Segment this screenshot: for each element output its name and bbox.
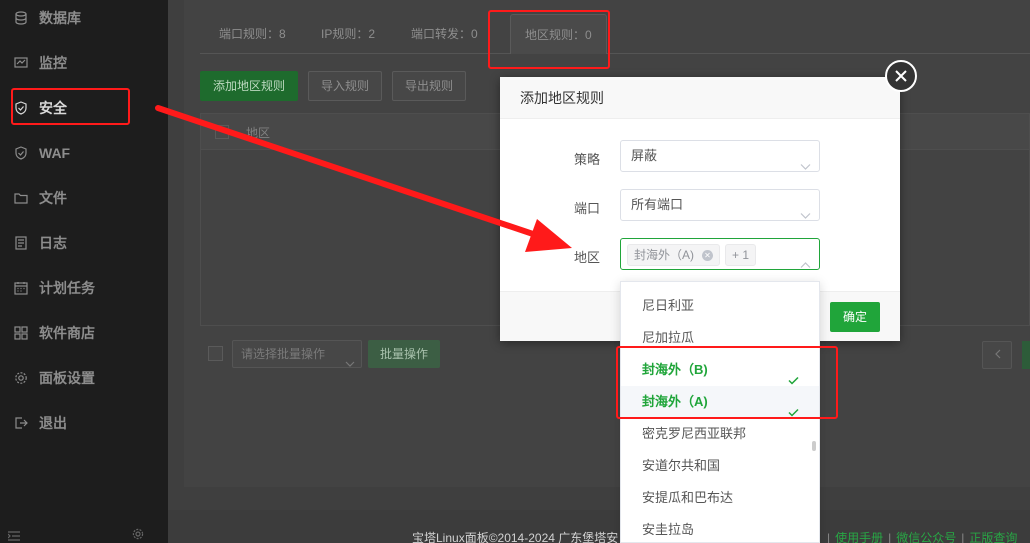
footer-link-wechat[interactable]: 微信公众号	[896, 531, 956, 543]
footer-separator: |	[827, 531, 831, 543]
sidebar-item-label: 面板设置	[39, 369, 95, 386]
tab-port-forward[interactable]: 端口转发：0	[411, 14, 478, 54]
chevron-down-icon	[800, 201, 811, 219]
annotation-box-region-tab	[488, 10, 610, 69]
chevron-left-icon	[994, 347, 1001, 362]
footer-link-manual[interactable]: 使用手册	[835, 531, 883, 543]
annotation-box-selected-options	[616, 346, 838, 419]
sidebar-item-logs[interactable]: 日志	[0, 220, 168, 265]
database-icon	[14, 10, 28, 25]
region-option[interactable]: 密克罗尼西亚联邦	[621, 418, 819, 450]
option-label: 安道尔共和国	[642, 458, 721, 473]
tab-port-rules[interactable]: 端口规则：8	[219, 14, 286, 54]
calendar-icon	[14, 281, 28, 295]
footer-separator: |	[888, 531, 892, 543]
monitor-icon	[14, 56, 28, 70]
region-tag-text: 封海外（A)	[634, 248, 695, 262]
sidebar-item-cron[interactable]: 计划任务	[0, 265, 168, 310]
apps-icon	[14, 325, 28, 340]
sidebar-item-label: 计划任务	[39, 279, 95, 296]
footer-copyright: 宝塔Linux面板©2014-2024 广东堡塔安	[412, 531, 619, 543]
sidebar-item-label: WAF	[39, 144, 71, 161]
port-select[interactable]: 所有端口	[620, 189, 820, 221]
chevron-up-icon	[800, 250, 811, 268]
dialog-title: 添加地区规则	[500, 77, 900, 119]
footer-link-license[interactable]: 正版查询	[969, 531, 1017, 543]
region-tag: 封海外（A) ✕	[627, 244, 721, 266]
region-label: 地区	[573, 250, 600, 265]
footer-links: | 使用手册 | 微信公众号 | 正版查询	[822, 529, 1017, 543]
sidebar-item-files[interactable]: 文件	[0, 175, 168, 220]
column-region: 地区	[246, 126, 271, 140]
waf-shield-icon	[14, 145, 28, 160]
pagination-current-page[interactable]	[1022, 341, 1030, 369]
batch-operation-button[interactable]: 批量操作	[368, 340, 440, 368]
port-label: 端口	[573, 201, 600, 216]
tag-close-icon[interactable]: ✕	[702, 250, 714, 262]
sidebar-item-database[interactable]: 数据库	[0, 0, 168, 40]
sidebar-item-label: 数据库	[39, 9, 81, 26]
rule-tabs: 端口规则：8 IP规则：2 端口转发：0 地区规则：0	[200, 14, 1030, 54]
option-label: 尼加拉瓜	[642, 330, 695, 345]
menu-collapse-icon[interactable]	[7, 529, 20, 543]
sidebar-item-store[interactable]: 软件商店	[0, 310, 168, 355]
page-footer: 宝塔Linux面板©2014-2024 广东堡塔安 | 使用手册 | 微信公众号 | 正版…	[168, 510, 1030, 543]
annotation-box-security	[11, 88, 130, 125]
sidebar-item-label: 监控	[39, 54, 67, 71]
option-label: 安圭拉岛	[642, 522, 695, 537]
select-all-checkbox[interactable]	[215, 125, 229, 139]
sidebar-item-waf[interactable]: WAF	[0, 130, 168, 175]
export-rules-button[interactable]: 导出规则	[392, 71, 466, 101]
region-option[interactable]: 安圭拉岛	[621, 514, 819, 542]
batch-select-checkbox[interactable]	[208, 346, 223, 361]
chevron-down-icon	[345, 351, 355, 377]
log-icon	[14, 235, 28, 250]
tab-ip-rules[interactable]: IP规则：2	[321, 14, 375, 54]
option-label: 安提瓜和巴布达	[642, 490, 734, 505]
strategy-value: 屏蔽	[631, 148, 658, 163]
sidebar-item-settings[interactable]: 面板设置	[0, 355, 168, 400]
dropdown-scrollbar[interactable]	[812, 441, 816, 451]
sidebar-footer	[0, 520, 168, 543]
port-value: 所有端口	[631, 197, 684, 212]
settings-gear-icon[interactable]	[132, 528, 144, 543]
sidebar-item-monitor[interactable]: 监控	[0, 40, 168, 85]
pagination-prev-button[interactable]	[982, 341, 1012, 369]
option-label: 尼日利亚	[642, 298, 695, 313]
region-multiselect[interactable]: 封海外（A) ✕ + 1	[620, 238, 820, 270]
gear-icon	[14, 371, 28, 385]
region-option[interactable]: 安道尔共和国	[621, 450, 819, 482]
region-option[interactable]: 安提瓜和巴布达	[621, 482, 819, 514]
logout-icon	[14, 416, 28, 430]
sidebar-item-label: 日志	[39, 234, 67, 251]
close-icon	[894, 63, 908, 88]
close-dialog-button[interactable]	[885, 60, 917, 92]
sidebar-item-logout[interactable]: 退出	[0, 400, 168, 445]
region-option[interactable]: 尼日利亚	[621, 290, 819, 322]
sidebar: 数据库 监控 安全 WAF 文件 日志 计划任务 软件商店 面板设置 退出	[0, 0, 168, 543]
confirm-button[interactable]: 确定	[830, 302, 880, 332]
sidebar-item-label: 退出	[39, 414, 67, 431]
sidebar-item-label: 文件	[39, 189, 67, 206]
option-label: 密克罗尼西亚联邦	[642, 426, 747, 441]
sidebar-item-label: 软件商店	[39, 324, 95, 341]
footer-separator: |	[961, 531, 965, 543]
add-region-rule-button[interactable]: 添加地区规则	[200, 71, 298, 101]
batch-select-placeholder: 请选择批量操作	[241, 347, 326, 361]
chevron-down-icon	[800, 152, 811, 170]
strategy-select[interactable]: 屏蔽	[620, 140, 820, 172]
batch-operation-select[interactable]: 请选择批量操作	[232, 340, 362, 368]
import-rules-button[interactable]: 导入规则	[308, 71, 382, 101]
folder-icon	[14, 191, 28, 205]
strategy-label: 策略	[573, 152, 600, 167]
region-more-tag: + 1	[725, 244, 757, 266]
